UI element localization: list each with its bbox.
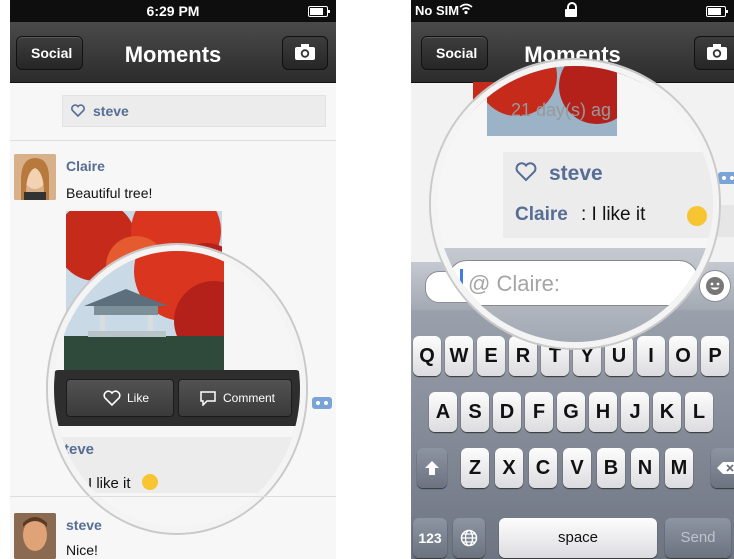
- comment-text: : I like it: [581, 204, 646, 225]
- wifi-icon: [459, 3, 473, 15]
- comment-area: teve I like it: [54, 437, 300, 493]
- right-screenshot: No SIM Social Moments Q W E R T Y U I O …: [411, 0, 734, 559]
- like-list: steve: [62, 95, 326, 127]
- comment-input[interactable]: @ Claire:: [447, 260, 699, 306]
- like-button[interactable]: Like: [66, 379, 174, 417]
- like-name[interactable]: steve: [549, 162, 603, 186]
- key-k[interactable]: K: [653, 392, 681, 432]
- camera-button[interactable]: [282, 36, 328, 70]
- avatar-image: [14, 154, 56, 200]
- key-s[interactable]: S: [461, 392, 489, 432]
- text-cursor: [460, 269, 463, 297]
- like-name[interactable]: steve: [93, 103, 129, 119]
- key-p[interactable]: P: [701, 336, 729, 376]
- number-key[interactable]: 123: [413, 518, 447, 558]
- heart-icon: [515, 162, 537, 182]
- key-b[interactable]: B: [597, 448, 625, 488]
- more-button[interactable]: [718, 172, 734, 184]
- comment-author[interactable]: Claire: [515, 204, 568, 226]
- key-o[interactable]: O: [669, 336, 697, 376]
- key-c[interactable]: C: [529, 448, 557, 488]
- smile-emoji-icon: [687, 206, 707, 226]
- zoomed-photo: [64, 251, 224, 371]
- globe-key[interactable]: [453, 518, 485, 558]
- status-bar: 6:29 PM: [10, 0, 336, 22]
- like-name[interactable]: teve: [64, 441, 94, 458]
- key-v[interactable]: V: [563, 448, 591, 488]
- nav-bar: Social Moments: [10, 22, 336, 83]
- avatar-image: [14, 513, 56, 559]
- shift-key[interactable]: [417, 448, 447, 488]
- key-f[interactable]: F: [525, 392, 553, 432]
- battery-icon: [706, 6, 728, 17]
- camera-icon: [295, 44, 315, 60]
- smile-emoji-icon: [142, 474, 158, 490]
- camera-icon: [707, 44, 727, 60]
- like-label: Like: [127, 391, 150, 405]
- comment-button[interactable]: Comment: [178, 379, 292, 417]
- key-x[interactable]: X: [495, 448, 523, 488]
- key-r[interactable]: R: [509, 336, 537, 376]
- comment-text: I like it: [88, 475, 131, 492]
- like-comment-box: steve Claire : I like it: [503, 152, 713, 238]
- post-text: Beautiful tree!: [66, 185, 153, 201]
- status-time: 6:29 PM: [146, 3, 200, 19]
- key-g[interactable]: G: [557, 392, 585, 432]
- post-author[interactable]: steve: [66, 517, 102, 533]
- camera-button[interactable]: [694, 36, 734, 70]
- battery-icon: [308, 6, 330, 17]
- magnifier-left: Like Comment teve I like it: [48, 245, 306, 533]
- more-button[interactable]: [312, 397, 332, 409]
- divider: [10, 140, 336, 141]
- key-m[interactable]: M: [665, 448, 693, 488]
- send-key[interactable]: Send: [665, 518, 731, 558]
- key-j[interactable]: J: [621, 392, 649, 432]
- key-d[interactable]: D: [493, 392, 521, 432]
- key-e[interactable]: E: [477, 336, 505, 376]
- lock-icon: [565, 2, 577, 17]
- left-screenshot: 6:29 PM Social Moments steve Claire Beau…: [10, 0, 336, 559]
- comment-label: Comment: [223, 391, 276, 405]
- status-bar: No SIM: [411, 0, 734, 22]
- carrier-label: No SIM: [415, 3, 460, 18]
- post-time: 21 day(s) ag: [511, 100, 612, 120]
- post-author[interactable]: Claire: [66, 158, 105, 174]
- heart-icon: [103, 390, 121, 406]
- key-w[interactable]: W: [445, 336, 473, 376]
- comment-icon: [200, 391, 216, 406]
- action-bar: Like Comment: [54, 370, 300, 426]
- avatar[interactable]: [14, 513, 56, 559]
- avatar[interactable]: [14, 154, 56, 200]
- key-a[interactable]: A: [429, 392, 457, 432]
- magnifier-right: 21 day(s) ag steve Claire : I like it @ …: [431, 60, 719, 348]
- heart-icon: [71, 104, 85, 117]
- post-text: Nice!: [66, 542, 98, 558]
- key-q[interactable]: Q: [413, 336, 441, 376]
- shift-icon: [425, 461, 439, 475]
- input-placeholder: @ Claire:: [468, 271, 561, 296]
- divider: [10, 496, 336, 497]
- key-i[interactable]: I: [637, 336, 665, 376]
- key-l[interactable]: L: [685, 392, 713, 432]
- delete-key[interactable]: [711, 448, 734, 488]
- zoomed-input-bar: @ Claire:: [437, 248, 713, 342]
- key-z[interactable]: Z: [461, 448, 489, 488]
- key-h[interactable]: H: [589, 392, 617, 432]
- space-key[interactable]: space: [499, 518, 657, 558]
- globe-icon: [460, 529, 478, 547]
- delete-icon: [717, 462, 734, 474]
- key-n[interactable]: N: [631, 448, 659, 488]
